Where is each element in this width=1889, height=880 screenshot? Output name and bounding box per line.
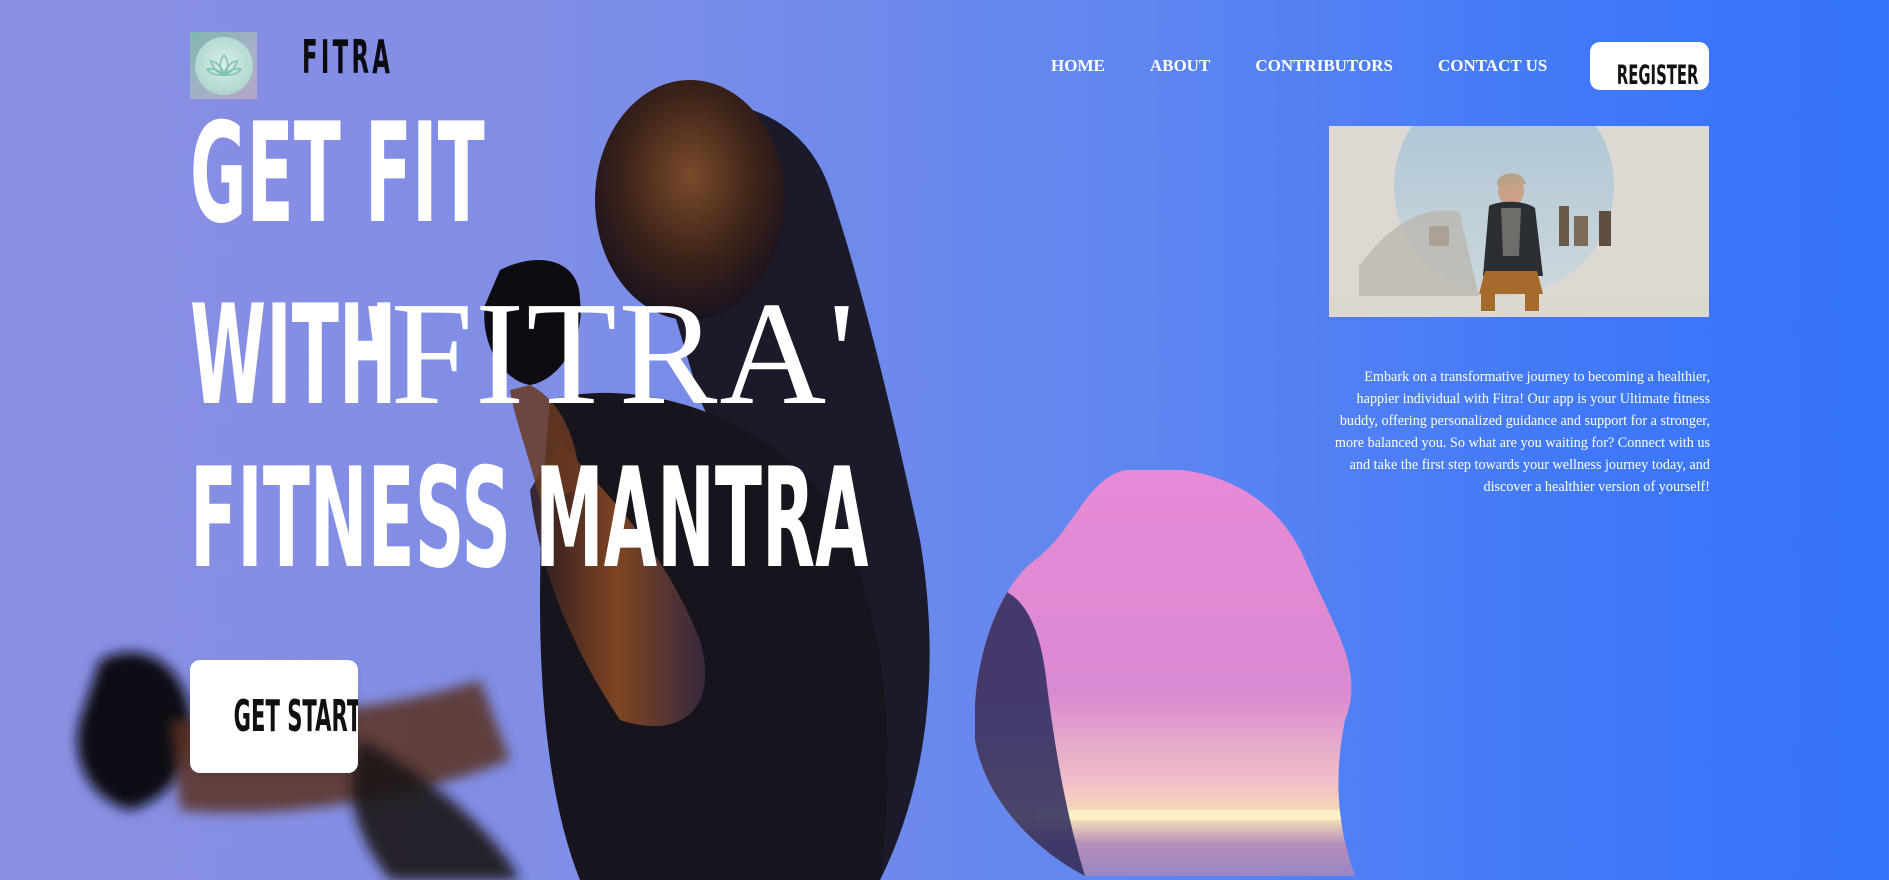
side-photo <box>1329 126 1709 317</box>
get-started-button-label: GET STARTED <box>233 690 358 742</box>
register-button[interactable]: REGISTER <box>1590 42 1709 90</box>
nav-contact-us[interactable]: CONTACT US <box>1438 56 1547 76</box>
lotus-icon <box>205 53 242 76</box>
person-sitting-photo <box>1329 126 1709 317</box>
hero-description: Embark on a transformative journey to be… <box>1334 369 1710 496</box>
nav-contributors[interactable]: CONTRIBUTORS <box>1255 56 1393 76</box>
hero-line-with-fitra: WITH 'FITRA' <box>190 280 857 428</box>
get-started-button[interactable]: GET STARTED <box>190 660 358 773</box>
decorative-blob-photo <box>975 470 1356 876</box>
hero-line-fitness-mantra: FITNESS MANTRA <box>190 438 869 599</box>
logo[interactable] <box>190 32 257 99</box>
nav-home[interactable]: HOME <box>1051 56 1105 76</box>
main-nav: HOME ABOUT CONTRIBUTORS CONTACT US <box>1051 56 1592 76</box>
hero-line-get-fit: GET FIT <box>190 93 485 254</box>
register-button-label: REGISTER <box>1616 59 1699 90</box>
hero-line-with: WITH <box>190 275 397 436</box>
logo-badge <box>194 36 253 95</box>
hero-line-fitra: 'FITRA' <box>362 272 857 436</box>
brand-name: FITRA <box>302 30 394 84</box>
nav-about[interactable]: ABOUT <box>1150 56 1210 76</box>
